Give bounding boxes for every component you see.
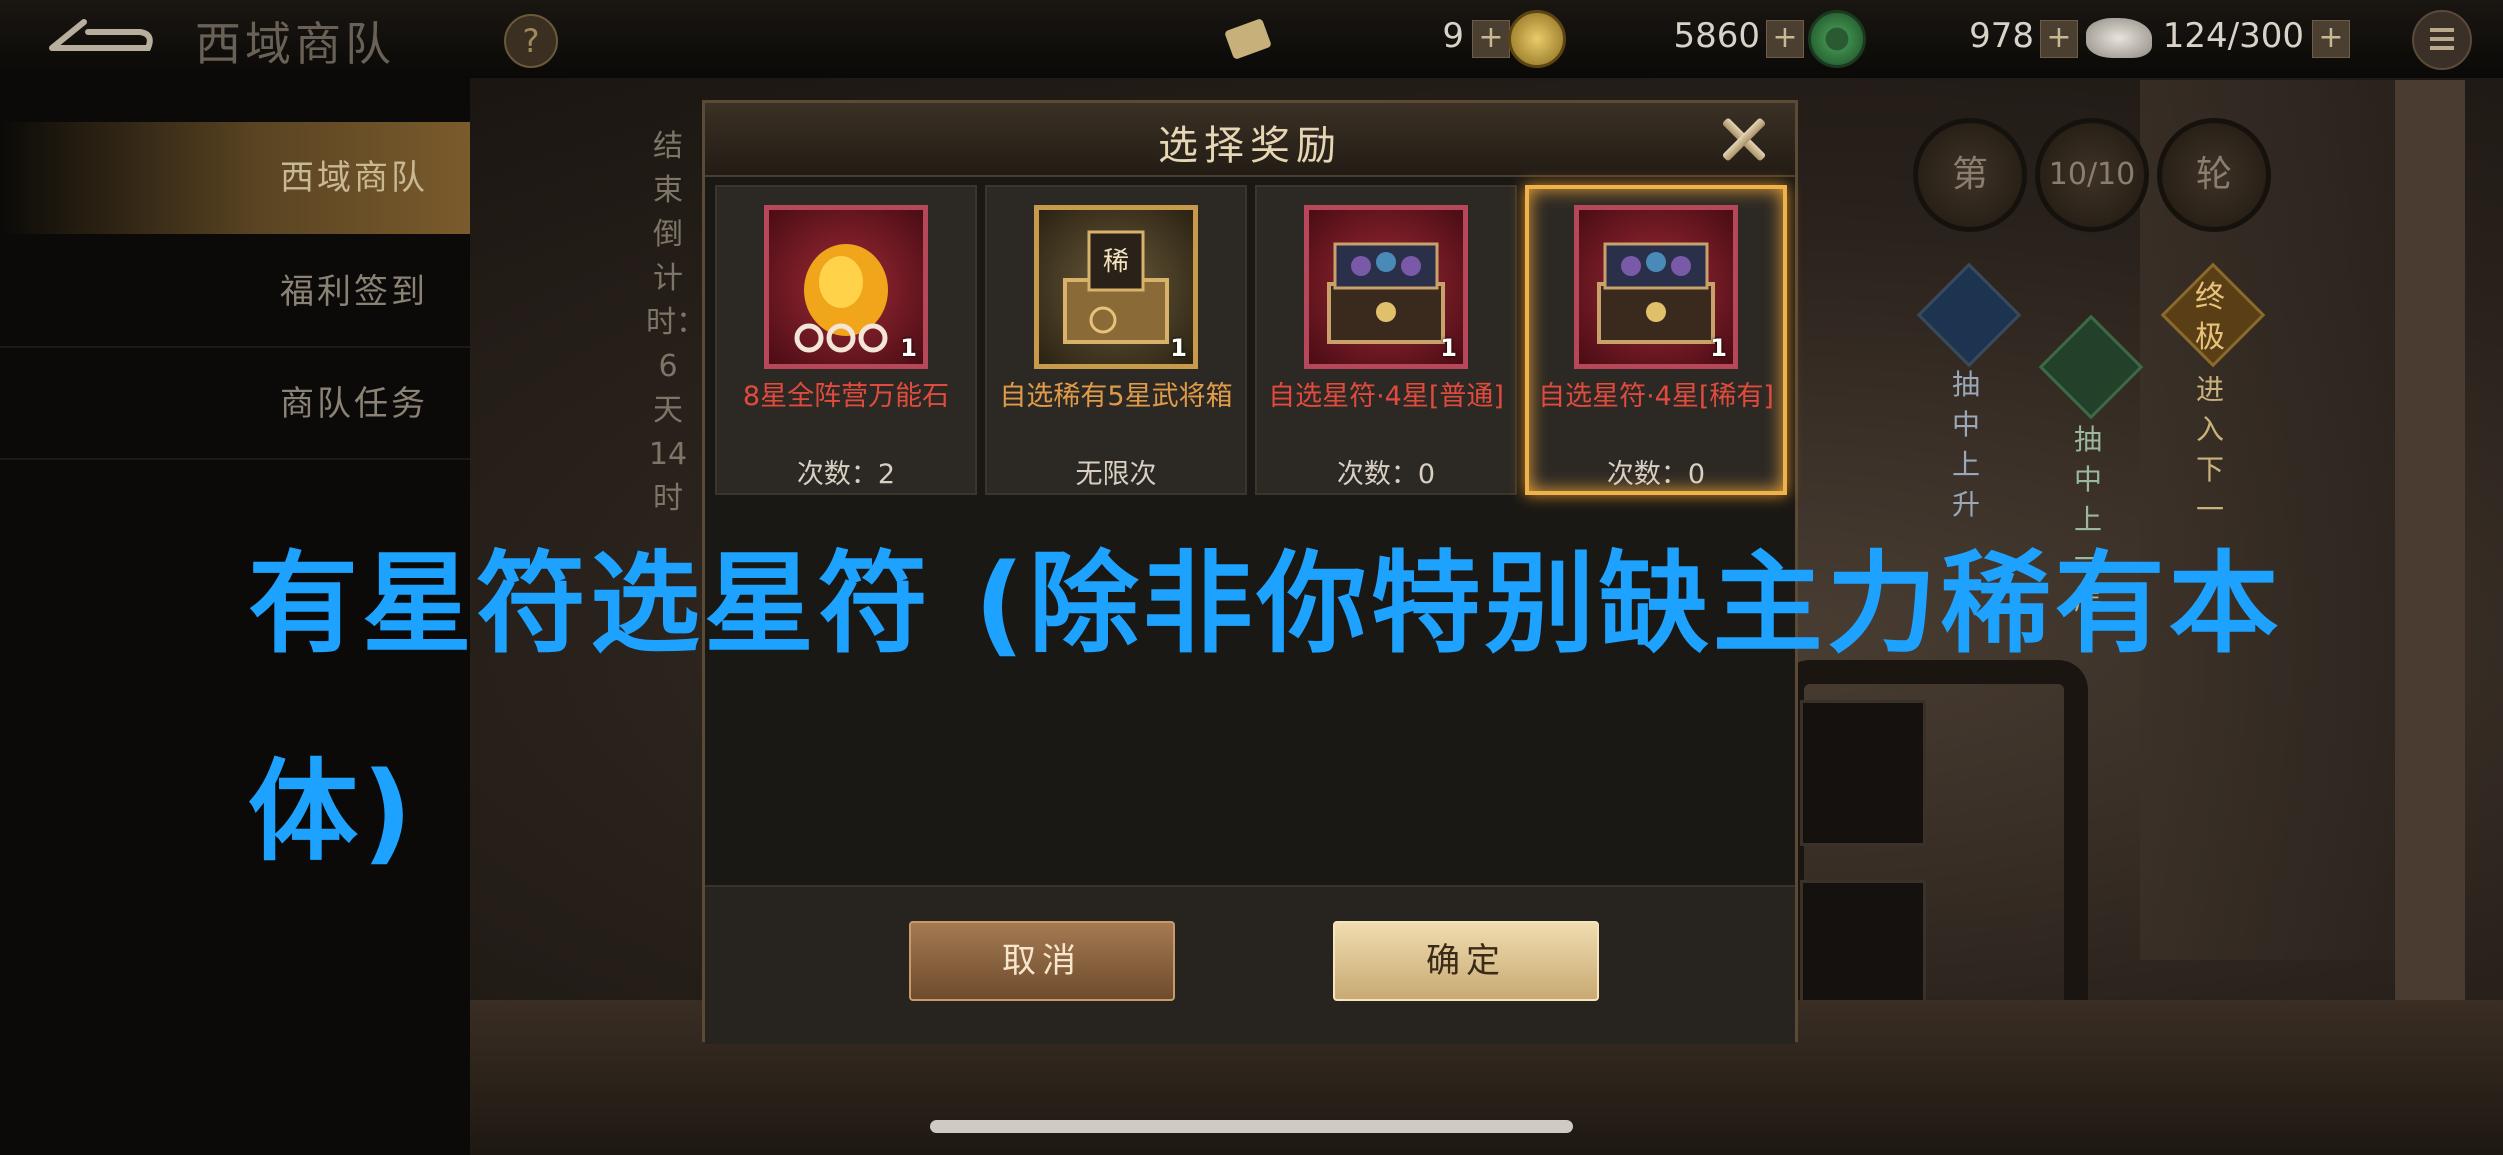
talisman-chest-icon: 1 [1574, 205, 1738, 369]
add-scroll-button[interactable]: + [1472, 20, 1510, 58]
rare-chest-icon: 稀 1 [1034, 205, 1198, 369]
reward-name: 8星全阵营万能石 [742, 381, 950, 412]
home-indicator[interactable] [930, 1120, 1573, 1133]
ultimate-label: 终极 [2195, 280, 2225, 355]
help-button[interactable]: ? [504, 14, 558, 68]
close-icon[interactable] [1713, 111, 1773, 167]
add-stamina-button[interactable]: + [2312, 20, 2350, 58]
reward-name: 自选稀有5星武将箱 [999, 381, 1233, 412]
scroll-icon [1225, 19, 1271, 59]
reward-count: 次数：2 [796, 459, 896, 490]
page-title: 西域商队 [195, 17, 395, 71]
add-coins-button[interactable]: + [1766, 20, 1804, 58]
copper-coin-icon [1508, 10, 1566, 68]
resource-coins: 5860 + [1620, 10, 1866, 68]
reward-card[interactable]: 稀 1 自选稀有5星武将箱 无限次 [985, 185, 1247, 495]
top-bar: 西域商队 ? 9 + 5860 + 978 + 124/300 + [0, 0, 2503, 78]
talisman-chest-icon: 1 [1304, 205, 1468, 369]
reward-card[interactable]: 1 8星全阵营万能石 次数：2 [715, 185, 977, 495]
jade-coin-icon [1808, 10, 1866, 68]
back-icon[interactable] [44, 14, 154, 62]
event-countdown: 结束倒计时：6天14时 [646, 129, 706, 516]
reward-count: 次数：0 [1606, 459, 1706, 490]
cancel-button[interactable]: 取消 [909, 921, 1175, 1001]
fire-stone-icon: 1 [764, 205, 928, 369]
reward-name: 自选星符·4星[稀有] [1538, 381, 1774, 412]
round-label-end: 轮 [2157, 118, 2271, 232]
dialog-title: 选择奖励 [1158, 123, 1342, 169]
confirm-button[interactable]: 确定 [1333, 921, 1599, 1001]
round-counter: 10/10 [2035, 118, 2149, 232]
sidebar-item-checkin[interactable]: 福利签到 [0, 236, 470, 348]
dialog-header: 选择奖励 [705, 103, 1795, 177]
add-jade-button[interactable]: + [2040, 20, 2078, 58]
menu-icon[interactable] [2412, 10, 2472, 70]
sidebar-item-tasks[interactable]: 商队任务 [0, 348, 470, 460]
resource-scroll: 9 + [1280, 10, 1566, 68]
resource-jade: 978 + [1900, 12, 2152, 66]
round-label-start: 第 [1913, 118, 2027, 232]
resource-stamina: 124/300 + [2150, 12, 2350, 66]
reward-count: 次数：0 [1336, 459, 1436, 490]
chest-label: 稀 [1103, 247, 1129, 277]
reward-name: 自选星符·4星[普通] [1268, 381, 1504, 412]
stone-icon [2086, 18, 2152, 58]
reward-card-selected[interactable]: 1 自选星符·4星[稀有] 次数：0 [1525, 185, 1787, 495]
overlay-caption: 有星符选星符 (除非你特别缺主力稀有本体) [248, 540, 2283, 876]
background-pillar [2395, 80, 2465, 1030]
reward-card[interactable]: 1 自选星符·4星[普通] 次数：0 [1255, 185, 1517, 495]
sidebar-item-caravan[interactable]: 西域商队 [0, 122, 470, 234]
reward-count: 无限次 [1075, 459, 1157, 490]
